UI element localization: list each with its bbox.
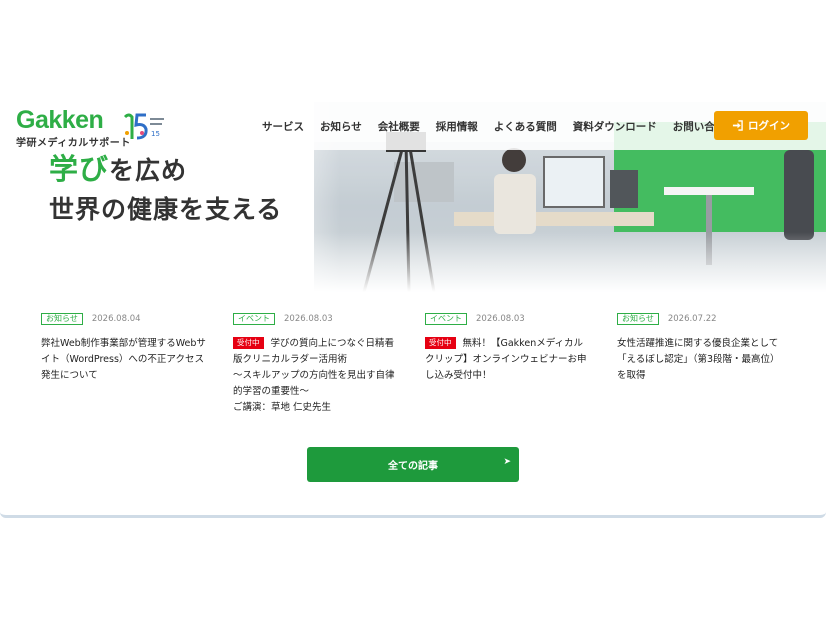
category-tag: お知らせ xyxy=(41,313,83,325)
category-tag: イベント xyxy=(425,313,467,325)
hero-catch-line2: 世界の健康を支える xyxy=(49,195,283,224)
category-tag: お知らせ xyxy=(617,313,659,325)
news-title-text: 学びの質向上につなぐ日精看 xyxy=(270,338,395,349)
news-title-line: 受付中 学びの質向上につなぐ日精看 xyxy=(233,336,403,352)
status-badge: 受付中 xyxy=(425,337,456,349)
site-header: Gakken 学研メディカルサポート 15 サービス お知らせ 会社概要 採用情… xyxy=(0,102,826,150)
news-title-text: 無料！【Gakkenメディカル xyxy=(462,338,584,349)
nav-item-news[interactable]: お知らせ xyxy=(320,119,362,134)
category-tag: イベント xyxy=(233,313,275,325)
nav-item-services[interactable]: サービス xyxy=(262,119,304,134)
site-logo[interactable]: Gakken 学研メディカルサポート xyxy=(16,107,131,149)
nav-item-recruit[interactable]: 採用情報 xyxy=(436,119,478,134)
news-title-line: 発生について xyxy=(41,370,98,381)
anniversary-number: 15 xyxy=(151,130,160,138)
news-item[interactable]: イベント 2026.08.03 受付中 無料！【Gakkenメディカル クリップ】… xyxy=(425,312,595,384)
news-title[interactable]: 受付中 学びの質向上につなぐ日精看 版クリニカルラダー活用術 〜スキルアップの方向… xyxy=(233,336,403,416)
arrow-right-icon: ➤ xyxy=(503,457,511,467)
news-title[interactable]: 受付中 無料！【Gakkenメディカル クリップ】オンラインウェビナーお申 し込み… xyxy=(425,336,595,384)
global-nav: サービス お知らせ 会社概要 採用情報 よくある質問 資料ダウンロード お問い合… xyxy=(262,102,752,150)
all-articles-button[interactable]: 全ての記事 ➤ xyxy=(307,447,519,482)
logo-wordmark: Gakken xyxy=(16,106,104,134)
news-item[interactable]: イベント 2026.08.03 受付中 学びの質向上につなぐ日精看 版クリニカルラ… xyxy=(233,312,403,416)
news-date: 2026.07.22 xyxy=(667,314,717,324)
logo-subtitle: 学研メディカルサポート xyxy=(16,138,131,149)
nav-item-company[interactable]: 会社概要 xyxy=(378,119,420,134)
news-title-line: ご講演：草地 仁史先生 xyxy=(233,402,332,413)
news-title-line: 「えるぼし認定」（第3段階・最高位） xyxy=(617,354,780,365)
news-date: 2026.08.04 xyxy=(91,314,141,324)
hero-bottom-fade xyxy=(0,232,826,292)
news-title-line: 女性活躍推進に関する優良企業として xyxy=(617,338,779,349)
news-title[interactable]: 女性活躍推進に関する優良企業として 「えるぼし認定」（第3段階・最高位） を取得 xyxy=(617,336,787,384)
news-title[interactable]: 弊社Web制作事業部が管理するWebサ イト（WordPress）への不正アクセ… xyxy=(41,336,211,384)
anniversary-15-icon: 15 xyxy=(123,113,164,140)
news-item[interactable]: お知らせ 2026.08.04 弊社Web制作事業部が管理するWebサ イト（W… xyxy=(41,312,211,384)
news-meta: イベント 2026.08.03 xyxy=(425,312,595,326)
news-item[interactable]: お知らせ 2026.07.22 女性活躍推進に関する優良企業として 「えるぼし認… xyxy=(617,312,787,384)
all-articles-label: 全ての記事 xyxy=(388,461,438,472)
login-button[interactable]: ログイン xyxy=(714,111,808,140)
news-title-line: 〜スキルアップの方向性を見出す自律 xyxy=(233,370,395,381)
login-icon xyxy=(732,120,743,131)
nav-item-downloads[interactable]: 資料ダウンロード xyxy=(573,119,657,134)
news-meta: イベント 2026.08.03 xyxy=(233,312,403,326)
news-title-line: 弊社Web制作事業部が管理するWebサ xyxy=(41,338,206,349)
news-title-line: し込み受付中！ xyxy=(425,370,492,381)
login-label: ログイン xyxy=(748,120,790,132)
page-frame: 学びを広め 世界の健康を支える Gakken 学研メディカルサポート 15 サー… xyxy=(0,102,826,518)
news-meta: お知らせ 2026.07.22 xyxy=(617,312,787,326)
news-title-line: を取得 xyxy=(617,370,646,381)
nav-item-faq[interactable]: よくある質問 xyxy=(494,119,557,134)
news-date: 2026.08.03 xyxy=(476,314,525,324)
news-title-line: イト（WordPress）への不正アクセス xyxy=(41,354,204,365)
status-badge: 受付中 xyxy=(233,337,264,349)
hero-catch-line1: 学びを広め xyxy=(49,146,187,188)
news-date: 2026.08.03 xyxy=(284,314,333,324)
news-meta: お知らせ 2026.08.04 xyxy=(41,312,211,326)
news-title-line: 版クリニカルラダー活用術 xyxy=(233,354,348,365)
news-title-line: 的学習の重要性〜 xyxy=(233,386,310,397)
news-title-line: クリップ】オンラインウェビナーお申 xyxy=(425,354,587,365)
news-title-line: 受付中 無料！【Gakkenメディカル xyxy=(425,336,595,352)
hero-catch-highlight: 学び xyxy=(49,152,110,186)
hero-catch-rest: を広め xyxy=(109,156,188,185)
